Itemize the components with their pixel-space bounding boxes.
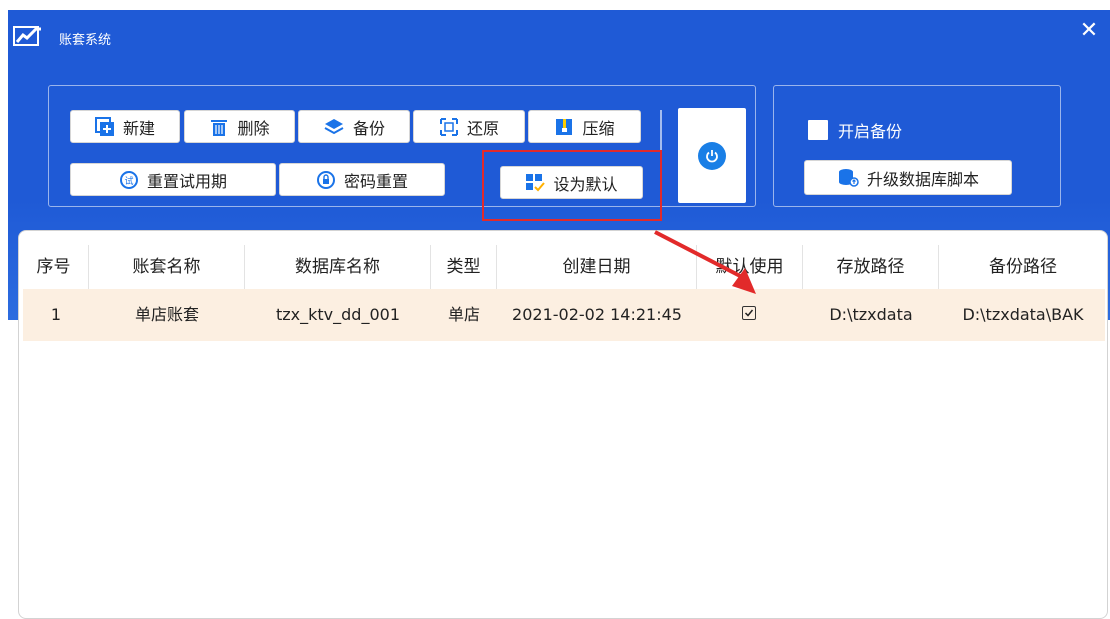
- cell-type: 单店: [447, 305, 480, 324]
- backup-button[interactable]: 备份: [298, 110, 410, 143]
- cell-name: 单店账套: [134, 305, 199, 324]
- column-header-type[interactable]: 类型: [431, 245, 497, 289]
- enable-backup-checkbox[interactable]: 开启备份: [808, 118, 902, 142]
- cell-index: 1: [50, 305, 62, 324]
- restore-frame-icon: [439, 117, 458, 136]
- svg-text:试: 试: [124, 175, 133, 187]
- window-title: 账套系统: [59, 33, 112, 48]
- database-upgrade-icon: [838, 168, 859, 187]
- table-header: 序号 账套名称 数据库名称 类型 创建日期 默认使用 存放路径 备份路径: [19, 245, 1107, 289]
- enable-backup-label: 开启备份: [838, 122, 903, 141]
- chart-logo-icon: [13, 26, 41, 46]
- cell-path: D:\tzxdata: [829, 305, 913, 324]
- reset-password-button[interactable]: 密码重置: [279, 163, 445, 196]
- compress-button-label: 压缩: [582, 118, 615, 138]
- upgrade-script-button[interactable]: 升级数据库脚本: [804, 160, 1012, 195]
- checkbox-box[interactable]: [808, 120, 828, 140]
- power-icon: [698, 141, 726, 170]
- annotation-highlight-box: [482, 150, 662, 221]
- power-button[interactable]: [678, 108, 746, 203]
- column-header-index[interactable]: 序号: [19, 245, 89, 289]
- column-header-created[interactable]: 创建日期: [497, 245, 697, 289]
- restore-button-label: 还原: [466, 118, 499, 138]
- default-checkbox[interactable]: [742, 306, 756, 320]
- close-button[interactable]: ✕: [1076, 18, 1102, 44]
- column-header-db-name[interactable]: 数据库名称: [245, 245, 431, 289]
- column-header-default[interactable]: 默认使用: [697, 245, 803, 289]
- archive-icon: [556, 118, 573, 135]
- reset-trial-button[interactable]: 试 重置试用期: [70, 163, 276, 196]
- backup-button-label: 备份: [352, 118, 385, 138]
- ledger-table: 序号 账套名称 数据库名称 类型 创建日期 默认使用 存放路径 备份路径 1 单…: [18, 230, 1108, 619]
- upgrade-script-label: 升级数据库脚本: [866, 169, 979, 189]
- cell-created: 2021-02-02 14:21:45: [512, 305, 682, 324]
- trash-icon: [211, 119, 228, 136]
- reset-trial-label: 重置试用期: [146, 171, 227, 191]
- table-row[interactable]: 1 单店账套 tzx_ktv_dd_001 单店 2021-02-02 14:2…: [23, 289, 1105, 341]
- layers-icon: [324, 118, 344, 134]
- compress-button[interactable]: 压缩: [528, 110, 641, 143]
- reset-password-label: 密码重置: [343, 171, 408, 191]
- delete-button-label: 删除: [237, 118, 270, 138]
- toolbar-divider: [660, 110, 662, 154]
- lock-circle-icon: [316, 170, 335, 189]
- trial-badge-icon: 试: [119, 170, 138, 189]
- new-button[interactable]: 新建: [70, 110, 180, 143]
- plus-box-icon: [94, 116, 114, 136]
- checkmark-icon: [744, 309, 754, 317]
- column-header-backup-path[interactable]: 备份路径: [939, 245, 1107, 289]
- column-header-path[interactable]: 存放路径: [803, 245, 939, 289]
- delete-button[interactable]: 删除: [184, 110, 295, 143]
- cell-db-name: tzx_ktv_dd_001: [276, 305, 400, 324]
- new-button-label: 新建: [122, 118, 155, 138]
- column-header-name[interactable]: 账套名称: [89, 245, 245, 289]
- cropped-caption: ▀▀▀▀: [0, 0, 37, 5]
- cell-backup-path: D:\tzxdata\BAK: [962, 305, 1084, 324]
- restore-button[interactable]: 还原: [413, 110, 525, 143]
